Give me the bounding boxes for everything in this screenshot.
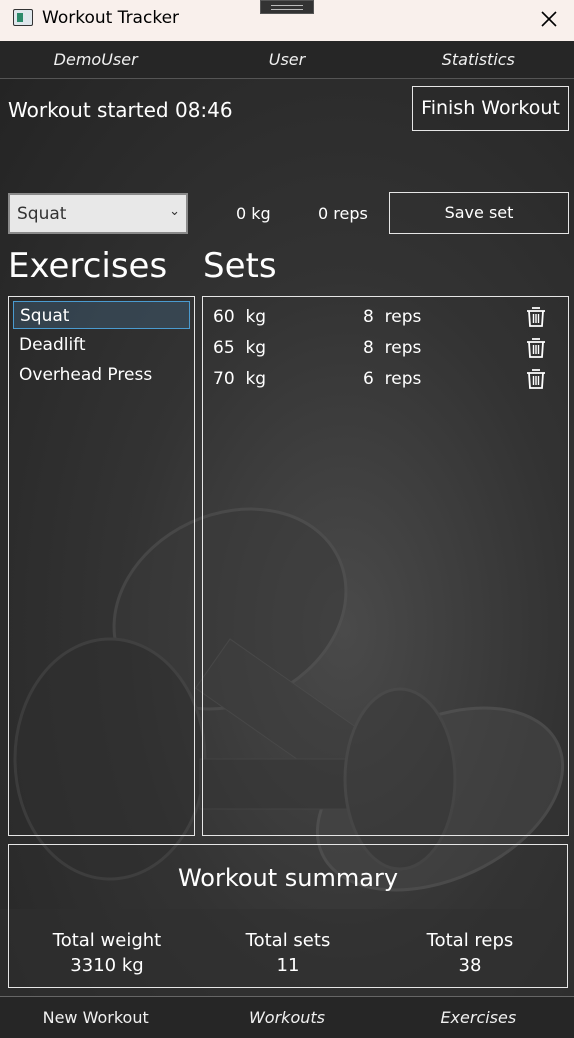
list-item-deadlift[interactable]: Deadlift — [13, 331, 190, 359]
table-row: 60 kg 8 reps — [203, 303, 570, 333]
exercise-select-value: Squat — [17, 204, 67, 224]
nav-workouts[interactable]: Workouts — [191, 997, 382, 1038]
table-row: 70 kg 6 reps — [203, 365, 570, 395]
drag-handle[interactable] — [260, 0, 314, 14]
top-nav: DemoUser User Statistics — [0, 41, 574, 79]
nav-demouser[interactable]: DemoUser — [0, 41, 191, 78]
nav-statistics[interactable]: Statistics — [383, 41, 574, 78]
workout-started-label: Workout started 08:46 — [8, 98, 233, 122]
total-weight-value: 3310 kg — [70, 955, 144, 976]
trash-icon[interactable] — [525, 367, 547, 391]
finish-workout-button[interactable]: Finish Workout — [412, 86, 569, 131]
set-weight: 65 kg — [213, 338, 267, 358]
bottom-nav: New Workout Workouts Exercises — [0, 996, 574, 1038]
nav-new-workout[interactable]: New Workout — [0, 997, 191, 1038]
app-icon — [13, 9, 33, 26]
set-reps: 8 reps — [363, 307, 422, 327]
exercises-heading: Exercises — [8, 246, 168, 286]
workout-summary: Workout summary Total weight 3310 kg Tot… — [8, 844, 568, 988]
total-sets-label: Total sets — [245, 930, 331, 951]
title-bar: Workout Tracker — [0, 0, 574, 41]
reps-value[interactable]: 0 reps — [318, 204, 368, 223]
summary-title: Workout summary — [177, 864, 399, 892]
total-weight: Total weight 3310 kg — [17, 930, 197, 976]
nav-exercises[interactable]: Exercises — [383, 997, 574, 1038]
set-weight: 60 kg — [213, 307, 267, 327]
total-reps: Total reps 38 — [380, 930, 560, 976]
total-sets: Total sets 11 — [198, 930, 378, 976]
list-item-squat[interactable]: Squat — [13, 301, 190, 329]
exercises-list[interactable]: Squat Deadlift Overhead Press — [8, 296, 195, 836]
sets-list[interactable]: 60 kg 8 reps 65 kg 8 reps 70 kg 6 reps — [202, 296, 569, 836]
trash-icon[interactable] — [525, 336, 547, 360]
chevron-down-icon: ⌄ — [169, 204, 180, 219]
trash-icon[interactable] — [525, 305, 547, 329]
list-item-overhead-press[interactable]: Overhead Press — [13, 361, 190, 389]
nav-user[interactable]: User — [191, 41, 382, 78]
save-set-button[interactable]: Save set — [389, 192, 569, 234]
total-reps-value: 38 — [458, 955, 482, 976]
set-reps: 8 reps — [363, 338, 422, 358]
window-title: Workout Tracker — [42, 8, 180, 28]
total-reps-label: Total reps — [426, 930, 514, 951]
total-weight-label: Total weight — [52, 930, 162, 951]
sets-heading: Sets — [203, 246, 277, 286]
total-sets-value: 11 — [276, 955, 300, 976]
weight-value[interactable]: 0 kg — [236, 204, 271, 223]
exercise-select[interactable]: Squat ⌄ — [8, 193, 188, 234]
table-row: 65 kg 8 reps — [203, 334, 570, 364]
set-reps: 6 reps — [363, 369, 422, 389]
close-icon[interactable] — [538, 8, 560, 30]
set-weight: 70 kg — [213, 369, 267, 389]
